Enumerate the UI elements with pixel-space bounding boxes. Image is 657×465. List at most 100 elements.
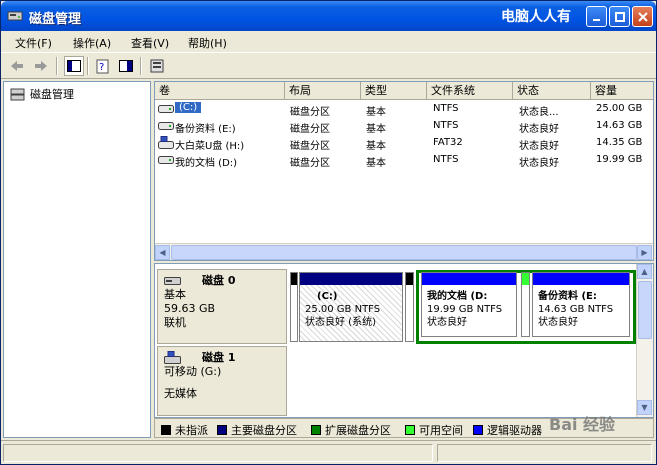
partition-status: 状态良好 (系统) [305, 317, 376, 328]
table-row[interactable]: (C:) 磁盘分区 基本 NTFS 状态良... 25.00 GB [155, 101, 653, 118]
vertical-scrollbar[interactable]: ▲ ▼ [636, 264, 653, 417]
forward-button[interactable] [31, 56, 51, 76]
partition-size-fs: 19.99 GB NTFS [427, 304, 503, 315]
partition-status: 状态良好 [538, 317, 578, 328]
legend-swatch [405, 425, 415, 435]
toolbar-separator [140, 57, 142, 75]
scroll-up-button[interactable]: ▲ [637, 264, 652, 279]
menu-file[interactable]: 文件(F) [15, 35, 52, 51]
horizontal-scrollbar[interactable]: ◀ ▶ [155, 243, 653, 260]
volume-name: (C:) [175, 102, 202, 113]
table-row[interactable]: 大白菜U盘 (H:) 磁盘分区 基本 FAT32 状态良好 14.35 GB [155, 135, 653, 152]
partition-c[interactable]: (C:) 25.00 GB NTFS 状态良好 (系统) [299, 272, 403, 342]
legend-item: 主要磁盘分区 [217, 422, 297, 438]
legend-item: 可用空间 [405, 422, 463, 438]
disk-0-info[interactable]: 磁盘 0 基本 59.63 GB 联机 [157, 269, 287, 344]
volume-list: 卷 布局 类型 文件系统 状态 容量 (C:) 磁盘分区 基本 NTFS 状态良… [154, 81, 654, 261]
menu-action[interactable]: 操作(A) [73, 35, 111, 51]
disk-state: 联机 [164, 316, 186, 329]
disk-tool-button[interactable] [147, 56, 167, 76]
status-cell: 状态良好 [519, 141, 559, 152]
maximize-icon [614, 11, 625, 22]
filesystem-cell: NTFS [433, 154, 459, 165]
column-header-type[interactable]: 类型 [361, 82, 427, 100]
drive-icon [158, 105, 174, 113]
volume-name: 大白菜U盘 (H:) [175, 141, 245, 152]
disk-media: 无媒体 [164, 387, 197, 400]
properties-icon [119, 60, 133, 72]
column-header-volume[interactable]: 卷 [155, 82, 285, 100]
legend-label: 逻辑驱动器 [487, 424, 542, 437]
partition-d[interactable]: 我的文档 (D: 19.99 GB NTFS 状态良好 [421, 272, 517, 337]
table-row[interactable]: 备份资料 (E:) 磁盘分区 基本 NTFS 状态良好 14.63 GB [155, 118, 653, 135]
column-header-filesystem[interactable]: 文件系统 [427, 82, 513, 100]
tree-item-disk-management[interactable]: 磁盘管理 [10, 86, 74, 102]
capacity-cell: 14.35 GB [596, 137, 643, 148]
partition-status: 状态良好 [427, 317, 467, 328]
usb-drive-icon [158, 136, 174, 149]
disk-management-window: 磁盘管理 电脑人人有 文件(F) 操作(A) 查看(V) 帮助(H) ? 磁盘管… [0, 0, 657, 465]
logical-drive-bar [533, 273, 629, 285]
legend-swatch [161, 425, 171, 435]
layout-cell: 磁盘分区 [290, 107, 330, 118]
menu-bar: 文件(F) 操作(A) 查看(V) 帮助(H) [1, 31, 656, 53]
close-button[interactable] [632, 6, 653, 27]
bottom-watermark: Bai 经验 [549, 415, 616, 434]
menu-help[interactable]: 帮助(H) [188, 35, 227, 51]
maximize-button[interactable] [609, 6, 630, 27]
column-header-status[interactable]: 状态 [513, 82, 591, 100]
partition-e[interactable]: 备份资料 (E: 14.63 GB NTFS 状态良好 [532, 272, 630, 337]
capacity-cell: 14.63 GB [596, 120, 643, 131]
legend-label: 未指派 [175, 424, 208, 437]
title-bar[interactable]: 磁盘管理 电脑人人有 [1, 1, 656, 31]
disk-name: 磁盘 1 [202, 351, 236, 364]
back-button[interactable] [7, 56, 27, 76]
close-icon [637, 11, 648, 22]
column-header-layout[interactable]: 布局 [285, 82, 361, 100]
menu-view[interactable]: 查看(V) [131, 35, 169, 51]
capacity-cell: 25.00 GB [596, 103, 643, 114]
show-hide-tree-button[interactable] [64, 56, 84, 76]
disk-list-icon [150, 59, 164, 73]
help-icon: ? [96, 59, 109, 74]
help-button[interactable]: ? [93, 56, 113, 76]
disk-graphical-view: 磁盘 0 基本 59.63 GB 联机 (C:) 25.00 GB NTFS 状… [154, 263, 654, 418]
partition-label: (C:) [317, 291, 338, 302]
disk-1-info[interactable]: 磁盘 1 可移动 (G:) 无媒体 [157, 346, 287, 416]
layout-cell: 磁盘分区 [290, 158, 330, 169]
toolbar-separator [87, 57, 89, 75]
volume-name: 备份资料 (E:) [175, 124, 236, 135]
status-cell: 状态良... [519, 107, 559, 118]
disk-type: 基本 [164, 288, 186, 301]
unallocated-sliver[interactable] [290, 272, 298, 342]
console-tree-pane: 磁盘管理 [3, 81, 151, 438]
type-cell: 基本 [366, 141, 386, 152]
primary-partition-bar [300, 273, 402, 285]
status-cell: 状态良好 [519, 158, 559, 169]
status-bar [1, 440, 656, 464]
scroll-thumb[interactable] [171, 245, 637, 260]
scroll-right-icon: ▶ [641, 248, 648, 257]
table-row[interactable]: 我的文档 (D:) 磁盘分区 基本 NTFS 状态良好 19.99 GB [155, 152, 653, 169]
disk-type: 可移动 (G:) [164, 365, 222, 378]
properties-button[interactable] [116, 56, 136, 76]
column-header-capacity[interactable]: 容量 [591, 82, 653, 100]
type-cell: 基本 [366, 124, 386, 135]
minimize-button[interactable] [586, 6, 607, 27]
unallocated-sliver[interactable] [405, 272, 414, 342]
scroll-thumb[interactable] [638, 281, 652, 339]
partition-size-fs: 25.00 GB NTFS [305, 304, 381, 315]
back-arrow-icon [11, 61, 23, 71]
scroll-down-button[interactable]: ▼ [637, 400, 652, 415]
scroll-left-button[interactable]: ◀ [155, 245, 170, 260]
forward-arrow-icon [35, 61, 47, 71]
scroll-down-icon: ▼ [641, 403, 648, 412]
legend-label: 扩展磁盘分区 [325, 424, 391, 437]
console-tree-icon [67, 60, 81, 72]
toolbar-separator [56, 57, 58, 75]
free-space-sliver[interactable] [521, 272, 530, 337]
scroll-right-button[interactable]: ▶ [637, 245, 652, 260]
legend-swatch [473, 425, 483, 435]
toolbar: ? [1, 53, 656, 79]
legend-swatch [311, 425, 321, 435]
